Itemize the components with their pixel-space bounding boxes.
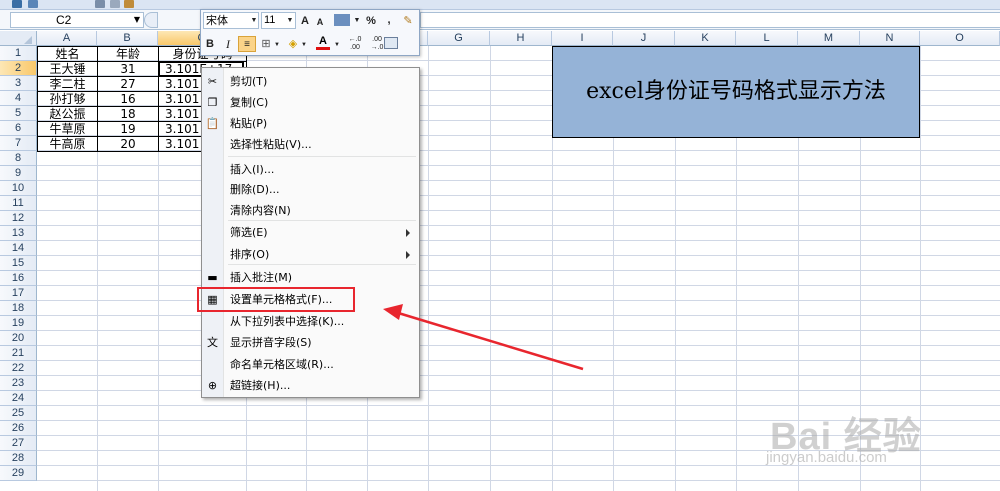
watermark-url: jingyan.baidu.com: [766, 449, 887, 466]
watermark-logo: Bai 经验: [770, 416, 922, 458]
